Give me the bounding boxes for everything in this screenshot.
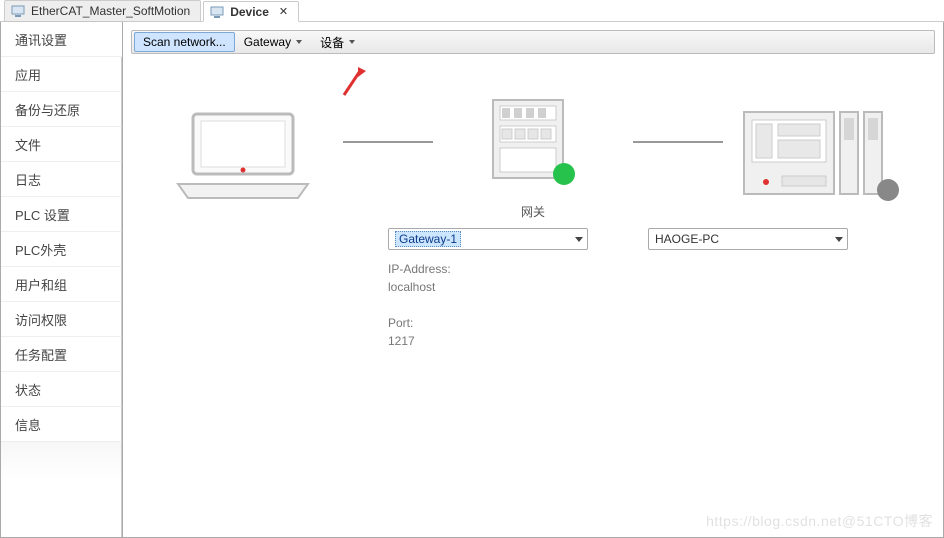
- tab-label: Device: [230, 5, 269, 19]
- device-select-value: HAOGE-PC: [655, 232, 719, 246]
- main-area: 通讯设置 应用 备份与还原 文件 日志 PLC 设置 PLC外壳 用户和组 访问…: [0, 22, 944, 538]
- sidebar-tail: [1, 442, 122, 537]
- close-icon[interactable]: ✕: [279, 5, 288, 18]
- sidebar-item-access[interactable]: 访问权限: [1, 302, 122, 337]
- sidebar-item-files[interactable]: 文件: [1, 127, 122, 162]
- sidebar-item-status[interactable]: 状态: [1, 372, 122, 407]
- devices-menu-button[interactable]: 设备: [311, 32, 364, 52]
- gateway-column: Gateway-1 IP-Address: localhost Port: 12…: [388, 220, 588, 350]
- ip-label: IP-Address:: [388, 260, 588, 278]
- laptop-icon: [168, 106, 318, 206]
- sidebar-item-plc-shell[interactable]: PLC外壳: [1, 232, 122, 267]
- sidebar-item-comm-settings[interactable]: 通讯设置: [1, 22, 122, 57]
- node-gateway: 网关: [433, 94, 633, 220]
- port-value: 1217: [388, 332, 588, 350]
- tabstrip: EtherCAT_Master_SoftMotion Device ✕: [0, 0, 944, 22]
- node-plc: [723, 106, 923, 209]
- scan-network-button[interactable]: Scan network...: [134, 32, 235, 52]
- sidebar-item-users[interactable]: 用户和组: [1, 267, 122, 302]
- gateway-select[interactable]: Gateway-1: [388, 228, 588, 250]
- device-icon: [11, 4, 25, 18]
- gateway-label: 网关: [433, 203, 633, 220]
- sidebar-item-log[interactable]: 日志: [1, 162, 122, 197]
- tab-device[interactable]: Device ✕: [203, 1, 299, 22]
- sidebar-item-task[interactable]: 任务配置: [1, 337, 122, 372]
- sidebar-item-info[interactable]: 信息: [1, 407, 122, 442]
- tab-label: EtherCAT_Master_SoftMotion: [31, 4, 190, 18]
- content-pane: Scan network... Gateway 设备: [123, 22, 944, 538]
- tab-ethercat[interactable]: EtherCAT_Master_SoftMotion: [4, 0, 201, 21]
- watermark: https://blog.csdn.net@51CTO博客: [706, 511, 933, 531]
- chevron-down-icon: [349, 40, 355, 44]
- gateway-info: IP-Address: localhost Port: 1217: [388, 260, 588, 350]
- gateway-select-value: Gateway-1: [395, 231, 461, 247]
- chevron-down-icon: [835, 237, 843, 242]
- gateway-icon: [478, 94, 588, 194]
- connection-line: [633, 141, 723, 143]
- chevron-down-icon: [296, 40, 302, 44]
- device-icon: [210, 5, 224, 19]
- plc-icon: [738, 106, 908, 206]
- port-label: Port:: [388, 314, 588, 332]
- sidebar-item-plc-settings[interactable]: PLC 设置: [1, 197, 122, 232]
- sidebar-item-app[interactable]: 应用: [1, 57, 122, 92]
- diagram-canvas: 网关: [123, 54, 943, 537]
- connection-line: [343, 141, 433, 143]
- toolbar: Scan network... Gateway 设备: [131, 30, 935, 54]
- ip-value: localhost: [388, 278, 588, 296]
- device-select[interactable]: HAOGE-PC: [648, 228, 848, 250]
- device-column: HAOGE-PC: [648, 220, 848, 350]
- chevron-down-icon: [575, 237, 583, 242]
- dropdown-row: Gateway-1 IP-Address: localhost Port: 12…: [313, 220, 923, 350]
- gateway-menu-button[interactable]: Gateway: [235, 32, 311, 52]
- sidebar: 通讯设置 应用 备份与还原 文件 日志 PLC 设置 PLC外壳 用户和组 访问…: [0, 22, 123, 538]
- nodes-row: 网关: [143, 94, 923, 220]
- sidebar-item-backup[interactable]: 备份与还原: [1, 92, 122, 127]
- node-pc: [143, 106, 343, 209]
